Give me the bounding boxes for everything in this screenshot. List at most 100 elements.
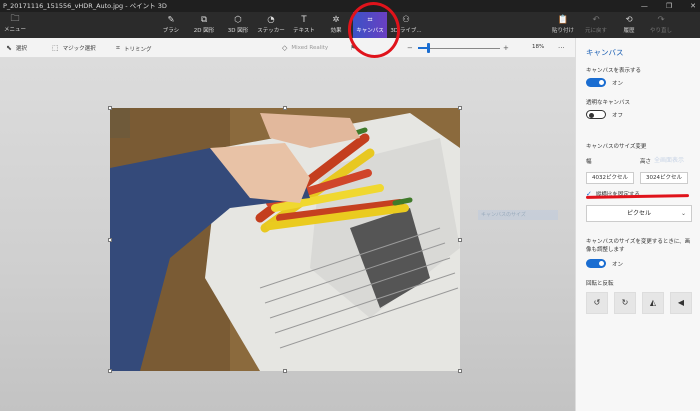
- mixed-reality-icon: ◇: [282, 44, 288, 52]
- show-canvas-state: オン: [612, 81, 624, 87]
- crop-label: トリミング: [123, 46, 152, 53]
- resize-image-toggle[interactable]: [586, 259, 606, 268]
- window-controls: — ❐ ✕: [641, 0, 696, 12]
- stickers-label: ステッカー: [257, 28, 285, 34]
- resize-canvas-label: キャンバスのサイズ変更: [586, 144, 647, 150]
- minimize-button[interactable]: —: [641, 0, 648, 12]
- chevron-down-icon: ⌄: [680, 210, 686, 217]
- transparent-canvas-label: 透明なキャンバス: [586, 100, 631, 106]
- redo-icon: ↷: [657, 15, 665, 25]
- panel-title: キャンバス: [586, 48, 624, 57]
- brushes-tool[interactable]: ✎ ブラシ: [154, 15, 188, 34]
- unit-select[interactable]: ピクセル ⌄: [586, 205, 692, 222]
- brush-icon: ✎: [167, 15, 175, 25]
- width-label: 幅: [586, 159, 592, 165]
- brushes-label: ブラシ: [162, 28, 180, 34]
- resize-handle-bottom-right[interactable]: [458, 369, 462, 373]
- text-label: テキスト: [293, 28, 315, 34]
- resize-image-label: キャンバスのサイズを変更するときに、画像も調整します: [586, 239, 691, 253]
- flip-vertical-button[interactable]: ◀: [670, 292, 692, 314]
- history-icon: ⟲: [625, 15, 633, 25]
- resize-handle-bottom[interactable]: [283, 369, 287, 373]
- history-label: 履歴: [623, 28, 635, 34]
- zoom-level: 18%: [532, 44, 544, 50]
- text-tool[interactable]: T テキスト: [287, 15, 321, 34]
- watermark-label: キャンバスのサイズ: [478, 210, 558, 220]
- plus-icon: +: [503, 44, 509, 52]
- unit-select-value: ピクセル: [626, 210, 651, 217]
- flip-vertical-icon: ◀: [677, 298, 685, 307]
- paste-button[interactable]: 📋 貼り付け: [548, 15, 578, 34]
- rotate-right-icon: ↻: [621, 298, 629, 307]
- undo-button[interactable]: ↶ 元に戻す: [581, 15, 611, 34]
- canvas-image[interactable]: [110, 108, 460, 371]
- zoom-slider-thumb[interactable]: [427, 43, 430, 53]
- stickers-icon: ◔: [267, 15, 275, 25]
- height-label: 高さ: [640, 159, 652, 165]
- 3d-shapes-icon: ⬡: [234, 15, 242, 25]
- select-icon: ⬉: [6, 44, 12, 52]
- 2d-shapes-tool[interactable]: ⧉ 2D 図形: [187, 15, 221, 34]
- flip-horizontal-button[interactable]: ◭: [642, 292, 664, 314]
- maximize-button[interactable]: ❐: [666, 0, 672, 12]
- rotate-right-button[interactable]: ↻: [614, 292, 636, 314]
- more-icon: ···: [558, 44, 565, 52]
- zoom-in-button[interactable]: +: [503, 44, 509, 52]
- paste-icon: 📋: [557, 15, 569, 25]
- magic-select-label: マジック選択: [62, 46, 96, 52]
- effects-label: 効果: [330, 28, 342, 34]
- mixed-reality-label: Mixed Reality: [291, 45, 329, 51]
- 3d-shapes-label: 3D 図形: [227, 28, 249, 34]
- select-button[interactable]: ⬉ 選択: [6, 44, 27, 52]
- crop-button[interactable]: ⌗ トリミング: [116, 44, 151, 53]
- resize-image-state: オン: [612, 262, 624, 268]
- sub-toolbar: ⬉ 選択 ⬚ マジック選択 ⌗ トリミング ◇ Mixed Reality ⚑ …: [0, 38, 575, 58]
- canvas-panel: キャンバス キャンバスを表示する オン 透明なキャンバス オフ キャンバスのサイ…: [575, 38, 700, 411]
- redo-button[interactable]: ↷ やり直し: [646, 15, 676, 34]
- zoom-slider-track[interactable]: [418, 47, 500, 49]
- transparent-canvas-state: オフ: [612, 113, 624, 119]
- magic-select-icon: ⬚: [52, 44, 59, 52]
- undo-label: 元に戻す: [584, 28, 607, 34]
- menu-label: メニュー: [4, 27, 27, 33]
- resize-handle-top-right[interactable]: [458, 106, 462, 110]
- transparent-canvas-toggle[interactable]: [586, 110, 606, 119]
- resize-handle-left[interactable]: [108, 238, 112, 242]
- window-title: P_20171116_151556_vHDR_Auto.jpg - ペイント 3…: [3, 2, 167, 10]
- crop-icon: ⌗: [116, 44, 120, 52]
- text-icon: T: [301, 15, 307, 25]
- minus-icon: −: [407, 44, 413, 52]
- stickers-tool[interactable]: ◔ ステッカー: [254, 15, 288, 34]
- photo-carrots: [110, 108, 460, 371]
- undo-icon: ↶: [592, 15, 600, 25]
- rotate-left-icon: ↺: [593, 298, 601, 307]
- resize-handle-top[interactable]: [283, 106, 287, 110]
- height-input[interactable]: 3024ピクセル: [640, 172, 688, 184]
- menu-button[interactable]: 🗀 メニュー: [4, 14, 26, 33]
- close-button[interactable]: ✕: [690, 0, 696, 12]
- 3d-shapes-tool[interactable]: ⬡ 3D 図形: [221, 15, 255, 34]
- canvas-area[interactable]: キャンバスのサイズ: [0, 58, 575, 411]
- more-options-button[interactable]: ···: [558, 44, 565, 52]
- folder-icon: 🗀: [10, 14, 20, 24]
- redo-label: やり直し: [649, 28, 672, 34]
- zoom-out-button[interactable]: −: [407, 44, 413, 52]
- 2d-shapes-label: 2D 図形: [193, 28, 215, 34]
- rotate-flip-label: 回転と反転: [586, 281, 614, 287]
- resize-handle-top-left[interactable]: [108, 106, 112, 110]
- resize-handle-bottom-left[interactable]: [108, 369, 112, 373]
- width-input[interactable]: 4032ピクセル: [586, 172, 634, 184]
- paste-label: 貼り付け: [551, 28, 574, 34]
- select-label: 選択: [15, 46, 27, 52]
- 2d-shapes-icon: ⧉: [200, 15, 208, 25]
- history-button[interactable]: ⟲ 履歴: [614, 15, 644, 34]
- rotate-left-button[interactable]: ↺: [586, 292, 608, 314]
- mixed-reality-button[interactable]: ◇ Mixed Reality: [282, 44, 328, 52]
- magic-select-button[interactable]: ⬚ マジック選択: [52, 44, 96, 52]
- fullscreen-ghost-text: 全画面表示: [654, 157, 685, 164]
- zoom-level-text: 18%: [532, 44, 545, 50]
- resize-handle-right[interactable]: [458, 238, 462, 242]
- title-bar: P_20171116_151556_vHDR_Auto.jpg - ペイント 3…: [0, 0, 700, 12]
- flip-horizontal-icon: ◭: [649, 298, 657, 307]
- show-canvas-toggle[interactable]: [586, 78, 606, 87]
